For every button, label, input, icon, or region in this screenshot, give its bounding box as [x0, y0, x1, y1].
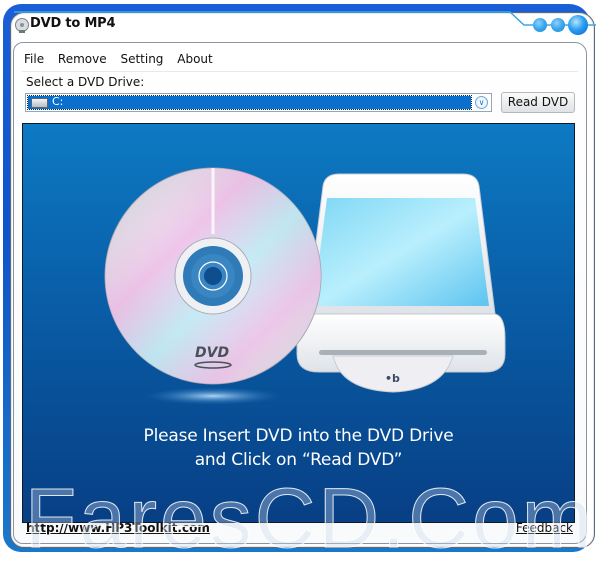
chevron-down-icon[interactable]: ∨: [475, 96, 488, 109]
main-panel: File Remove Setting About Select a DVD D…: [13, 42, 587, 544]
dvd-disc-icon: DVD: [104, 167, 322, 385]
menu-file[interactable]: File: [24, 52, 44, 66]
menu-divider: [22, 71, 578, 72]
menu-remove[interactable]: Remove: [58, 52, 107, 66]
insert-dvd-message-line1: Please Insert DVD into the DVD Drive: [143, 426, 454, 446]
window-title: DVD to MP4: [30, 16, 116, 31]
drive-selected-option[interactable]: C:: [27, 95, 472, 110]
insert-dvd-message-line2: and Click on “Read DVD”: [194, 450, 403, 470]
minimize-button[interactable]: [533, 18, 547, 32]
app-disc-icon: [15, 18, 29, 33]
optical-drive-icon: •b: [296, 173, 506, 393]
menu-about[interactable]: About: [177, 52, 212, 66]
menu-setting[interactable]: Setting: [120, 52, 163, 66]
drive-dropdown[interactable]: C: ∨: [25, 93, 492, 112]
disc-reflection: [143, 387, 283, 405]
title-bar: DVD to MP4: [12, 14, 532, 38]
window-controls: [529, 14, 595, 36]
feedback-link[interactable]: Feedback: [516, 521, 573, 535]
blu-ray-logo-icon: •b: [385, 372, 400, 385]
menu-bar: File Remove Setting About: [24, 52, 223, 70]
maximize-button[interactable]: [551, 18, 565, 32]
read-dvd-button[interactable]: Read DVD: [501, 92, 575, 113]
dvd-logo-text: DVD: [195, 345, 229, 361]
insert-dvd-stage: •b DVD Please Insert DVD into the DVD Dr…: [22, 123, 575, 523]
drive-select-label: Select a DVD Drive:: [26, 75, 145, 89]
drive-icon: [31, 98, 48, 108]
website-link[interactable]: http://www.HP3Toolkit.com: [26, 521, 210, 535]
close-button[interactable]: [568, 15, 588, 35]
drive-selected-value: C:: [52, 95, 64, 108]
